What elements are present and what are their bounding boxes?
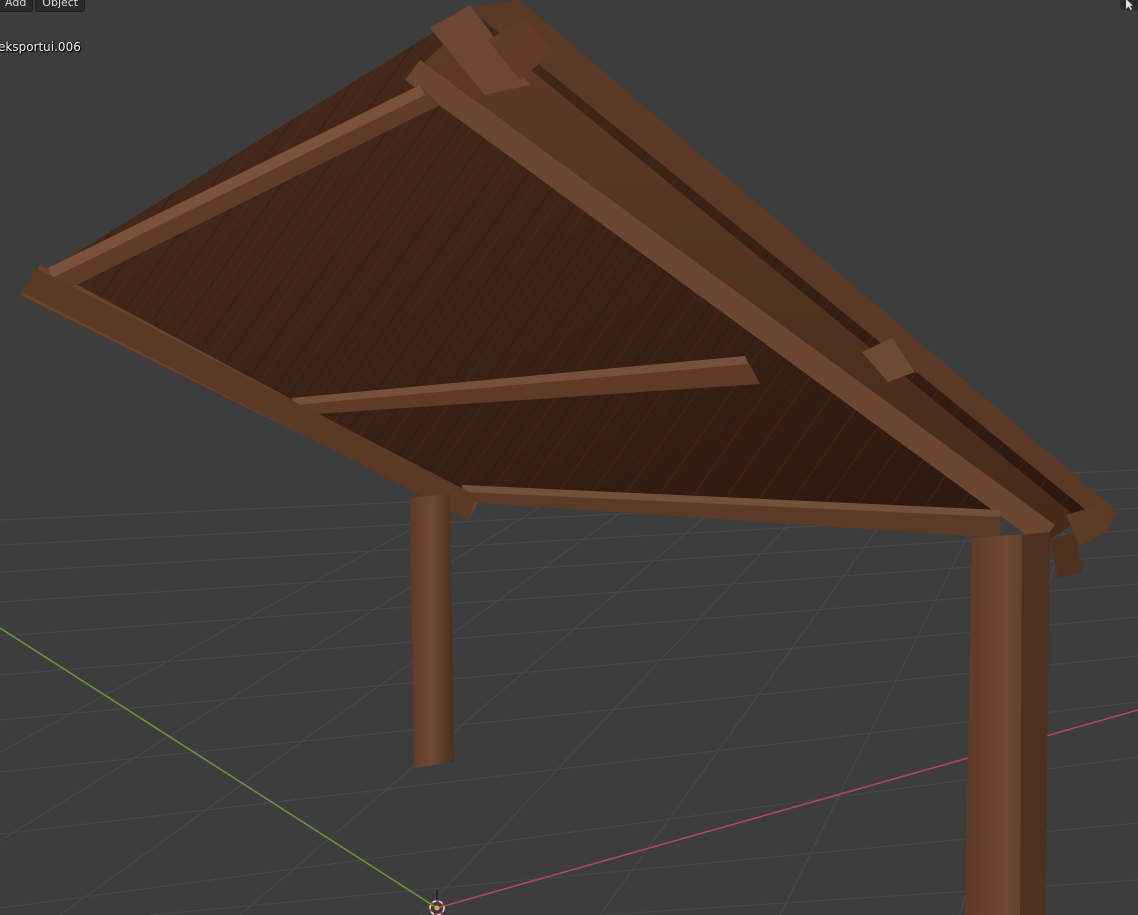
cursor-arrow-icon	[1126, 0, 1133, 10]
3d-cursor-icon	[429, 890, 445, 915]
active-object-name: eksportui.006	[0, 40, 81, 54]
add-menu-button[interactable]: Add	[0, 0, 34, 12]
object-menu-button[interactable]: Object	[35, 0, 86, 12]
viewport-scene[interactable]	[0, 0, 1138, 915]
shelter-model	[20, 0, 1118, 915]
y-axis-line	[0, 627, 438, 909]
3d-viewport[interactable]: Add Object eksportui.006	[0, 0, 1138, 915]
select-tool-button[interactable]	[1120, 0, 1138, 10]
viewport-header-menu: Add Object	[0, 0, 86, 12]
